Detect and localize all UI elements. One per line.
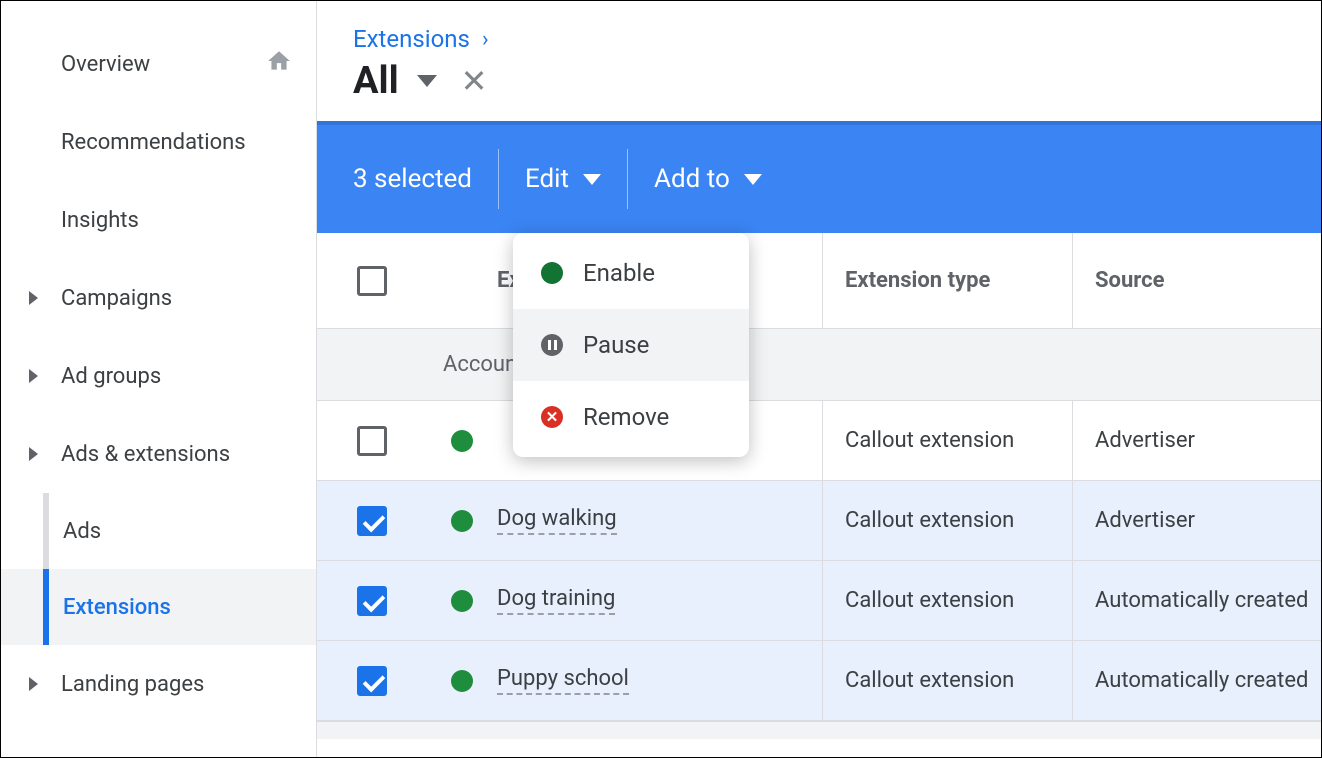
caret-down-icon[interactable] <box>417 75 437 87</box>
sidebar-item-label: Landing pages <box>61 672 204 697</box>
menu-item-label: Remove <box>583 403 669 431</box>
page-title: All <box>353 59 399 103</box>
sidebar: Overview Recommendations Insights Campai… <box>1 1 317 757</box>
chevron-right-icon <box>29 291 38 305</box>
caret-down-icon <box>583 174 601 185</box>
edit-menu: Enable Pause ✕ Remove <box>513 233 749 457</box>
sidebar-item-landingpages[interactable]: Landing pages <box>1 645 316 723</box>
sidebar-subgroup: Ads Extensions <box>1 493 316 645</box>
extension-type: Callout extension <box>845 668 1014 693</box>
menu-item-pause[interactable]: Pause <box>513 309 749 381</box>
extension-source: Automatically created <box>1095 588 1308 613</box>
title-row: All ✕ <box>353 59 1285 103</box>
toolbar-separator <box>498 149 499 209</box>
sidebar-item-label: Insights <box>61 208 139 233</box>
status-enabled-icon <box>451 670 473 692</box>
extension-type: Callout extension <box>845 588 1014 613</box>
sidebar-item-overview[interactable]: Overview <box>1 25 316 103</box>
sidebar-item-label: Overview <box>61 52 150 77</box>
sidebar-item-label: Ads & extensions <box>61 442 230 467</box>
caret-down-icon <box>744 174 762 185</box>
menu-item-remove[interactable]: ✕ Remove <box>513 381 749 453</box>
col-type-header[interactable]: Extension type <box>823 233 1073 328</box>
edit-dropdown[interactable]: Edit <box>525 164 601 194</box>
table-footer-strip <box>317 721 1321 739</box>
extension-name[interactable]: Dog training <box>497 586 615 615</box>
pause-icon <box>541 334 563 356</box>
sidebar-item-adgroups[interactable]: Ad groups <box>1 337 316 415</box>
remove-icon: ✕ <box>541 406 563 428</box>
status-enabled-icon <box>451 510 473 532</box>
selection-toolbar: 3 selected Edit Add to <box>317 121 1321 233</box>
row-checkbox[interactable] <box>357 426 387 456</box>
breadcrumb-label: Extensions <box>353 25 470 53</box>
chevron-right-icon <box>29 369 38 383</box>
sidebar-sub-ads[interactable]: Ads <box>1 493 316 569</box>
toolbar-separator <box>627 149 628 209</box>
col-source-header[interactable]: Source <box>1073 268 1321 293</box>
close-icon[interactable]: ✕ <box>461 62 488 100</box>
chevron-right-icon <box>29 677 38 691</box>
extension-type: Callout extension <box>845 428 1014 453</box>
row-checkbox[interactable] <box>357 506 387 536</box>
chevron-right-icon: › <box>482 27 489 52</box>
extension-name[interactable]: Puppy school <box>497 666 629 695</box>
sidebar-sub-label: Extensions <box>63 595 171 620</box>
table-row: Callout extension Advertiser <box>317 401 1321 481</box>
extension-type: Callout extension <box>845 508 1014 533</box>
enable-icon <box>541 262 563 284</box>
menu-item-label: Enable <box>583 259 655 287</box>
col-checkbox <box>317 266 427 296</box>
table-row: Puppy school Callout extension Automatic… <box>317 641 1321 721</box>
sidebar-item-label: Campaigns <box>61 286 172 311</box>
table-row: Dog walking Callout extension Advertiser <box>317 481 1321 561</box>
sidebar-sub-label: Ads <box>63 519 101 544</box>
row-checkbox[interactable] <box>357 666 387 696</box>
main: Extensions › All ✕ 3 selected Edit Add t… <box>317 1 1321 757</box>
sidebar-item-recommendations[interactable]: Recommendations <box>1 103 316 181</box>
sidebar-item-label: Ad groups <box>61 364 161 389</box>
select-all-checkbox[interactable] <box>357 266 387 296</box>
sidebar-item-label: Recommendations <box>61 130 246 155</box>
sidebar-item-ads-extensions[interactable]: Ads & extensions <box>1 415 316 493</box>
table-row: Dog training Callout extension Automatic… <box>317 561 1321 641</box>
addto-label: Add to <box>654 164 730 194</box>
status-enabled-icon <box>451 590 473 612</box>
extension-source: Advertiser <box>1095 428 1195 453</box>
sidebar-sub-extensions[interactable]: Extensions <box>1 569 316 645</box>
menu-item-label: Pause <box>583 331 649 359</box>
table-wrap: Enable Pause ✕ Remove Extension <box>317 233 1321 757</box>
addto-dropdown[interactable]: Add to <box>654 164 762 194</box>
menu-item-enable[interactable]: Enable <box>513 237 749 309</box>
row-checkbox[interactable] <box>357 586 387 616</box>
sidebar-item-insights[interactable]: Insights <box>1 181 316 259</box>
selected-count: 3 selected <box>353 164 472 194</box>
chevron-right-icon <box>29 447 38 461</box>
sidebar-item-campaigns[interactable]: Campaigns <box>1 259 316 337</box>
home-icon <box>266 48 292 80</box>
header-label: Extension type <box>845 268 990 293</box>
table-header-row: Extension Extension type Source <box>317 233 1321 329</box>
table-group-row: Account <box>317 329 1321 401</box>
page-header: Extensions › All ✕ <box>317 1 1321 121</box>
edit-label: Edit <box>525 164 569 194</box>
extension-source: Advertiser <box>1095 508 1195 533</box>
status-enabled-icon <box>451 430 473 452</box>
header-label: Source <box>1095 268 1164 293</box>
breadcrumb[interactable]: Extensions › <box>353 25 1285 53</box>
extension-name[interactable]: Dog walking <box>497 506 617 535</box>
extension-source: Automatically created <box>1095 668 1308 693</box>
